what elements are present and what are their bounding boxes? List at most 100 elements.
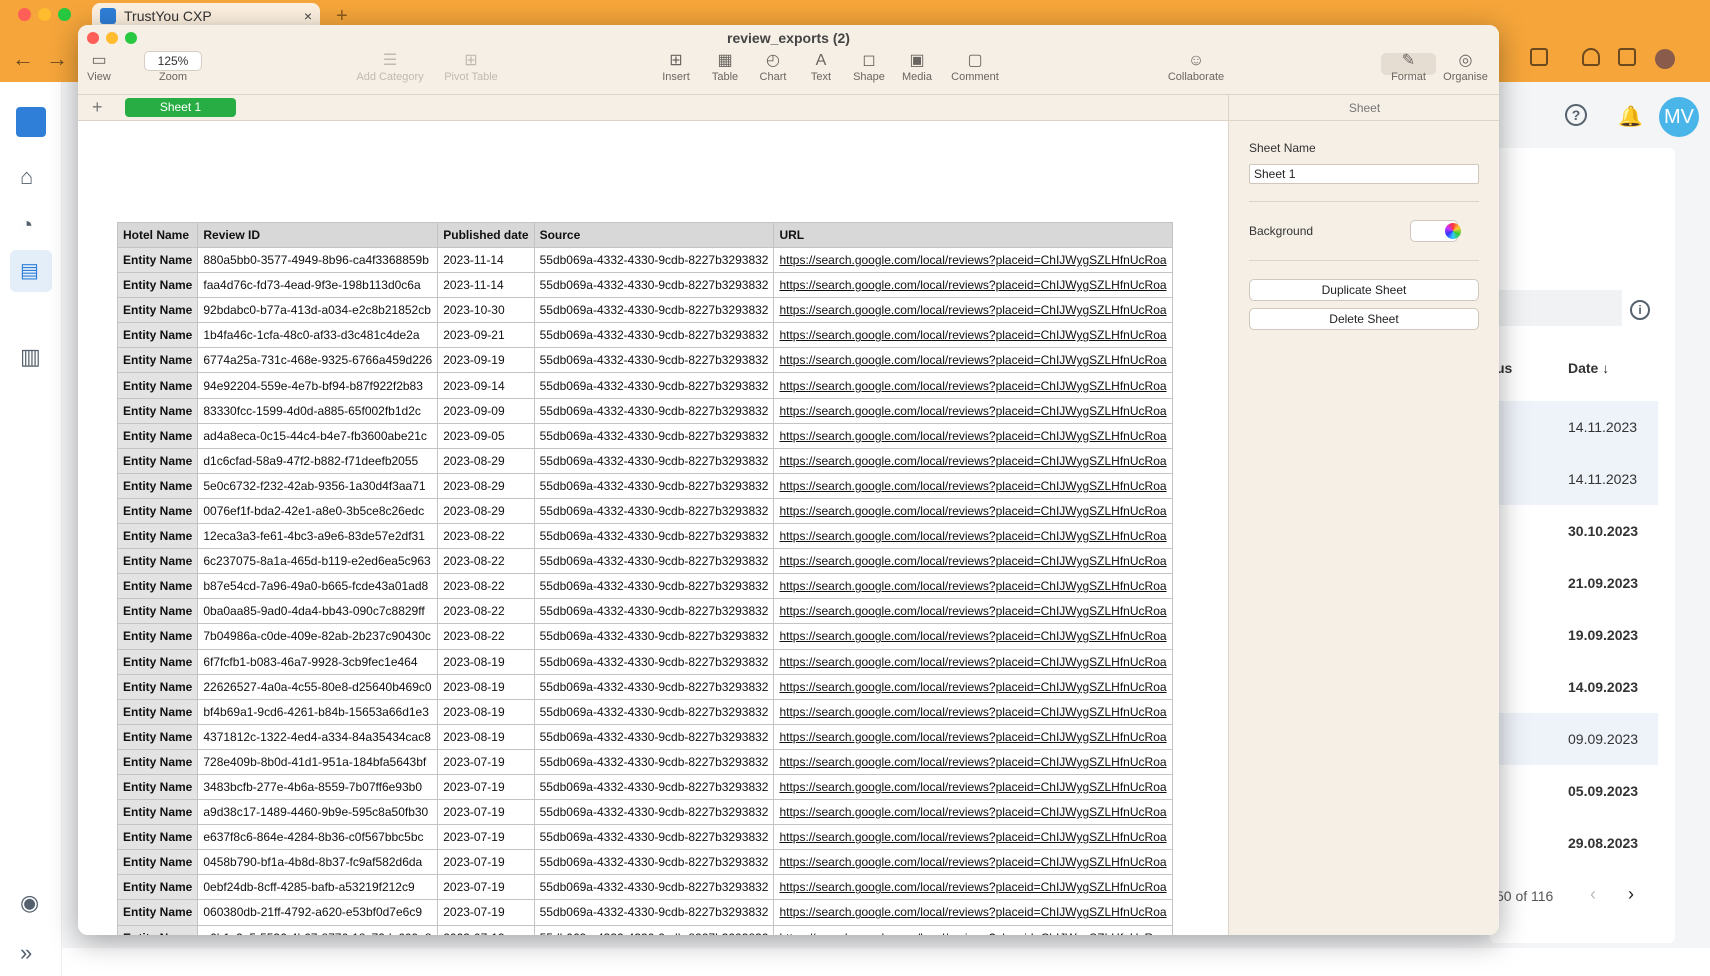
review-date-cell[interactable]: 05.09.2023 (1490, 765, 1658, 817)
back-icon[interactable]: ← (12, 46, 34, 72)
shape-button[interactable]: ◻ Shape (849, 51, 889, 83)
hotel-name-cell[interactable]: Entity Name (116, 773, 199, 801)
hotel-name-cell[interactable]: Entity Name (116, 698, 199, 725)
hotel-name-cell[interactable]: Entity Name (116, 598, 199, 625)
review-id-cell[interactable]: 880a5bb0-3577-4949-8b96-ca4f3368859b (197, 246, 439, 274)
review-date-cell[interactable]: 09.09.2023 (1490, 713, 1658, 765)
source-cell[interactable]: 55db069a-4332-4330-9cdb-8227b3293832 (533, 573, 775, 600)
delete-sheet-button[interactable]: Delete Sheet (1249, 308, 1479, 330)
published-date-cell[interactable]: 2023-11-14 (437, 272, 535, 299)
published-date-cell[interactable]: 2023-11-14 (437, 246, 535, 274)
browser-minimize-button[interactable] (38, 8, 51, 21)
review-id-cell[interactable]: d1c6cfad-58a9-47f2-b882-f71deefb2055 (197, 447, 439, 474)
column-header[interactable]: Published date (437, 222, 535, 248)
review-date-cell[interactable]: 14.11.2023 (1490, 453, 1658, 505)
text-button[interactable]: A Text (801, 51, 841, 83)
review-id-cell[interactable]: 1b4fa46c-1cfa-48c0-af33-d3c481c4de2a (197, 322, 439, 349)
published-date-cell[interactable]: 2023-08-19 (437, 648, 535, 675)
organise-button[interactable]: ◎ Organise (1438, 51, 1493, 83)
source-cell[interactable]: 55db069a-4332-4330-9cdb-8227b3293832 (533, 899, 775, 926)
source-cell[interactable]: 55db069a-4332-4330-9cdb-8227b3293832 (533, 849, 775, 876)
reviews-nav-active[interactable]: ▤ (10, 250, 52, 292)
review-id-cell[interactable]: bf4b69a1-9cd6-4261-b84b-15653a66d1e3 (197, 698, 439, 725)
collaborate-button[interactable]: ☺ Collaborate (1161, 51, 1231, 83)
chart-button[interactable]: ◴ Chart (753, 51, 793, 83)
browser-maximize-button[interactable] (58, 8, 71, 21)
published-date-cell[interactable]: 2023-08-19 (437, 698, 535, 725)
published-date-cell[interactable]: 2023-07-19 (437, 824, 535, 851)
url-cell[interactable]: https://search.google.com/local/reviews?… (773, 548, 1173, 575)
hotel-name-cell[interactable]: Entity Name (116, 397, 199, 424)
source-cell[interactable]: 55db069a-4332-4330-9cdb-8227b3293832 (533, 246, 775, 274)
review-id-cell[interactable]: e637f8c6-864e-4284-8b36-c0f567bbc5bc (197, 824, 439, 851)
view-button[interactable]: ▭ View (84, 51, 114, 83)
hotel-name-cell[interactable]: Entity Name (116, 497, 199, 525)
column-header[interactable]: Source (533, 222, 775, 248)
review-id-cell[interactable]: 6c237075-8a1a-465d-b119-e2ed6ea5c963 (197, 548, 439, 575)
hotel-name-cell[interactable]: Entity Name (116, 297, 199, 324)
review-id-cell[interactable]: 12eca3a3-fe61-4bc3-a9e6-83de57e2df31 (197, 523, 439, 550)
url-cell[interactable]: https://search.google.com/local/reviews?… (773, 422, 1173, 449)
help-icon[interactable]: ? (1565, 104, 1587, 126)
hotel-name-cell[interactable]: Entity Name (116, 472, 199, 499)
url-cell[interactable]: https://search.google.com/local/reviews?… (773, 698, 1173, 725)
review-date-cell[interactable]: 19.09.2023 (1490, 609, 1658, 661)
source-cell[interactable]: 55db069a-4332-4330-9cdb-8227b3293832 (533, 472, 775, 499)
url-cell[interactable]: https://search.google.com/local/reviews?… (773, 598, 1173, 625)
user-avatar[interactable]: MV (1659, 97, 1699, 137)
review-id-cell[interactable]: 92bdabc0-b77a-413d-a034-e2c8b21852cb (197, 297, 439, 324)
browser-close-button[interactable] (18, 8, 31, 21)
next-page-icon[interactable]: › (1628, 884, 1634, 905)
app-logo-icon[interactable] (16, 107, 46, 137)
extensions-icon[interactable] (1530, 48, 1548, 66)
sheet-name-field[interactable]: Sheet 1 (1249, 164, 1479, 184)
reports-icon[interactable]: ▥ (20, 344, 41, 370)
format-button[interactable]: ✎ Format (1381, 51, 1436, 83)
zoom-select[interactable]: 125% (144, 51, 202, 71)
published-date-cell[interactable]: 2023-08-22 (437, 598, 535, 625)
hotel-name-cell[interactable]: Entity Name (116, 748, 199, 775)
url-cell[interactable]: https://search.google.com/local/reviews?… (773, 523, 1173, 550)
column-header[interactable]: Review ID (197, 222, 439, 248)
review-id-cell[interactable]: 7b04986a-c0de-409e-82ab-2b237c90430c (197, 623, 439, 650)
source-cell[interactable]: 55db069a-4332-4330-9cdb-8227b3293832 (533, 297, 775, 324)
source-cell[interactable]: 55db069a-4332-4330-9cdb-8227b3293832 (533, 272, 775, 299)
url-cell[interactable]: https://search.google.com/local/reviews?… (773, 347, 1173, 374)
review-date-cell[interactable]: 29.08.2023 (1490, 817, 1658, 869)
published-date-cell[interactable]: 2023-10-30 (437, 297, 535, 324)
review-date-cell[interactable]: 21.09.2023 (1490, 557, 1658, 609)
source-cell[interactable]: 55db069a-4332-4330-9cdb-8227b3293832 (533, 422, 775, 449)
url-cell[interactable]: https://search.google.com/local/reviews?… (773, 673, 1173, 700)
hotel-name-cell[interactable]: Entity Name (116, 924, 199, 935)
source-cell[interactable]: 55db069a-4332-4330-9cdb-8227b3293832 (533, 397, 775, 424)
source-cell[interactable]: 55db069a-4332-4330-9cdb-8227b3293832 (533, 673, 775, 700)
source-cell[interactable]: 55db069a-4332-4330-9cdb-8227b3293832 (533, 698, 775, 725)
published-date-cell[interactable]: 2023-07-19 (437, 899, 535, 926)
notifications-bell-icon[interactable]: 🔔 (1618, 104, 1643, 129)
published-date-cell[interactable]: 2023-08-22 (437, 623, 535, 650)
tab-sheet-1[interactable]: Sheet 1 (125, 98, 236, 117)
url-cell[interactable]: https://search.google.com/local/reviews?… (773, 648, 1173, 675)
review-id-cell[interactable]: 728e409b-8b0d-41d1-951a-184bfa5643bf (197, 748, 439, 775)
published-date-cell[interactable]: 2023-09-14 (437, 372, 535, 399)
url-cell[interactable]: https://search.google.com/local/reviews?… (773, 899, 1173, 926)
published-date-cell[interactable]: 2023-08-29 (437, 497, 535, 525)
hotel-name-cell[interactable]: Entity Name (116, 322, 199, 349)
insert-button[interactable]: ⊞ Insert (656, 51, 696, 83)
download-icon[interactable] (1582, 48, 1600, 66)
url-cell[interactable]: https://search.google.com/local/reviews?… (773, 322, 1173, 349)
review-id-cell[interactable]: e6b1c2e5-5536-4b67-8776-18c72de609e8 (197, 924, 439, 935)
published-date-cell[interactable]: 2023-08-22 (437, 523, 535, 550)
comment-button[interactable]: ▢ Comment (945, 51, 1005, 83)
url-cell[interactable]: https://search.google.com/local/reviews?… (773, 824, 1173, 851)
published-date-cell[interactable]: 2023-08-19 (437, 723, 535, 750)
hotel-name-cell[interactable]: Entity Name (116, 372, 199, 399)
url-cell[interactable]: https://search.google.com/local/reviews?… (773, 874, 1173, 901)
review-id-cell[interactable]: 22626527-4a0a-4c55-80e8-d25640b469c0 (197, 673, 439, 700)
source-cell[interactable]: 55db069a-4332-4330-9cdb-8227b3293832 (533, 924, 775, 935)
url-cell[interactable]: https://search.google.com/local/reviews?… (773, 924, 1173, 935)
tab-close-icon[interactable]: × (304, 8, 312, 24)
published-date-cell[interactable]: 2023-09-09 (437, 397, 535, 424)
review-id-cell[interactable]: 6f7fcfb1-b083-46a7-9928-3cb9fec1e464 (197, 648, 439, 675)
review-id-cell[interactable]: b87e54cd-7a96-49a0-b665-fcde43a01ad8 (197, 573, 439, 600)
